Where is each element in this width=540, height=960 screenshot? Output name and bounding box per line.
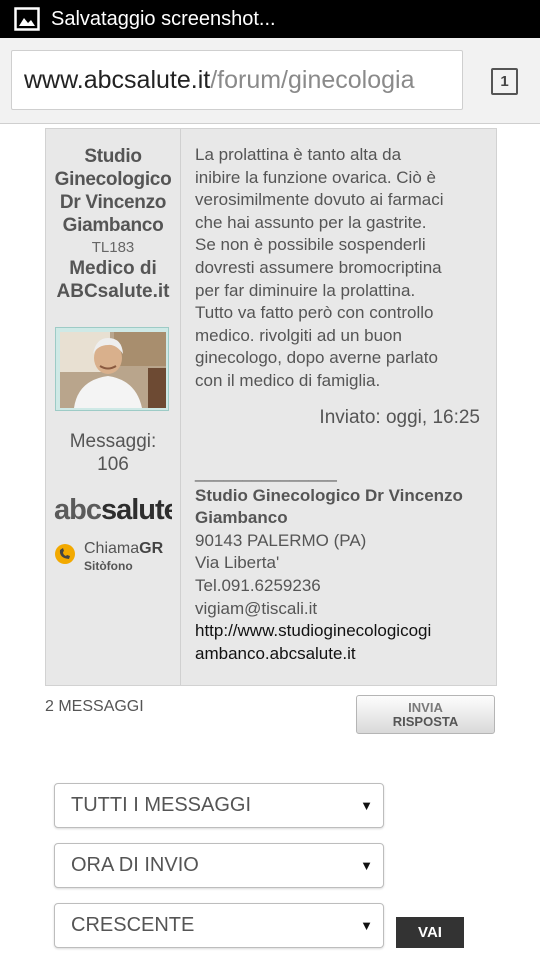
post-date: Inviato: oggi, 16:25: [319, 407, 480, 428]
reply-button-line1: INVIA: [408, 700, 443, 715]
image-icon: [14, 7, 40, 31]
url-path: /forum/ginecologia: [210, 66, 415, 94]
dropdown-arrow-icon: ▼: [360, 918, 373, 933]
dropdown-arrow-icon: ▼: [360, 858, 373, 873]
tabs-button[interactable]: 1: [491, 68, 518, 95]
phone-logo-icon: [55, 544, 75, 564]
show-messages-select[interactable]: TUTTI I MESSAGGI ▼: [54, 783, 384, 828]
logo-salute-part: salute: [100, 494, 172, 526]
chiama-text: ChiamaGR: [84, 539, 163, 559]
post-author: Studio Ginecologico Dr Vincenzo Giambanc…: [46, 145, 180, 303]
browser-toolbar: www.abcsalute.it/forum/ginecologia 1: [0, 38, 540, 124]
status-text: Salvataggio screenshot...: [51, 8, 276, 30]
chiamagratis-logo[interactable]: ChiamaGR Sitòfono: [54, 539, 172, 579]
forum-post: Studio Ginecologico Dr Vincenzo Giambanc…: [45, 128, 497, 686]
select-value: CRESCENTE: [71, 914, 195, 936]
address-bar[interactable]: www.abcsalute.it/forum/ginecologia: [11, 50, 463, 110]
signature-name-line: Studio Ginecologico Dr Vincenzo: [195, 485, 463, 505]
thread-message-count: 2 MESSAGGI: [45, 698, 144, 715]
sort-order-select[interactable]: CRESCENTE ▼: [54, 903, 384, 948]
go-button[interactable]: VAI: [396, 917, 464, 948]
author-id: TL183: [91, 239, 135, 256]
author-role-line: Medico di: [69, 258, 157, 279]
messages-label: Messaggi:: [69, 431, 157, 452]
signature-address: 90143 PALERMO (PA): [195, 530, 367, 550]
author-name-line[interactable]: Ginecologico: [46, 168, 180, 191]
signature-name-line: Giambanco: [195, 508, 288, 528]
author-name-line[interactable]: Giambanco: [46, 214, 180, 237]
signature-phone: Tel.091.6259236: [195, 575, 321, 595]
post-body: La prolattina è tanto alta da inibire la…: [195, 144, 491, 393]
reply-button[interactable]: INVIA RISPOSTA: [356, 695, 495, 734]
signature-separator: _______________: [195, 463, 337, 482]
sort-by-select[interactable]: ORA DI INVIO ▼: [54, 843, 384, 888]
status-bar: Salvataggio screenshot...: [0, 0, 540, 38]
signature-email: vigiam@tiscali.it: [195, 598, 318, 618]
signature-website-link[interactable]: http://www.studioginecologicogi: [195, 620, 493, 643]
author-avatar[interactable]: [55, 327, 169, 411]
post-signature: _______________ Studio Ginecologico Dr V…: [195, 462, 493, 665]
logo-abc-part: abc: [54, 494, 102, 526]
doctor-photo: [56, 328, 168, 410]
signature-website-link[interactable]: ambanco.abcsalute.it: [195, 643, 493, 666]
author-messages: Messaggi: 106: [46, 430, 180, 476]
select-value: TUTTI I MESSAGGI: [71, 794, 252, 816]
url-host: www.abcsalute.it: [24, 66, 211, 94]
gr-part: GR: [139, 540, 164, 557]
author-name-line[interactable]: Dr Vincenzo: [46, 191, 180, 214]
messages-number: 106: [97, 454, 129, 475]
select-value: ORA DI INVIO: [71, 854, 199, 876]
reply-button-line2: RISPOSTA: [392, 714, 459, 729]
abcsalute-logo[interactable]: abcsalute: [54, 494, 172, 526]
post-text: La prolattina è tanto alta da inibire la…: [195, 145, 444, 390]
signature-street: Via Liberta': [195, 553, 280, 573]
dropdown-arrow-icon: ▼: [360, 798, 373, 813]
chiama-part: Chiama: [84, 540, 140, 557]
author-name-line[interactable]: Studio: [46, 145, 180, 168]
post-divider: [180, 129, 181, 685]
sitofono-text: Sitòfono: [84, 559, 133, 573]
author-role-line: ABCsalute.it: [56, 281, 170, 302]
